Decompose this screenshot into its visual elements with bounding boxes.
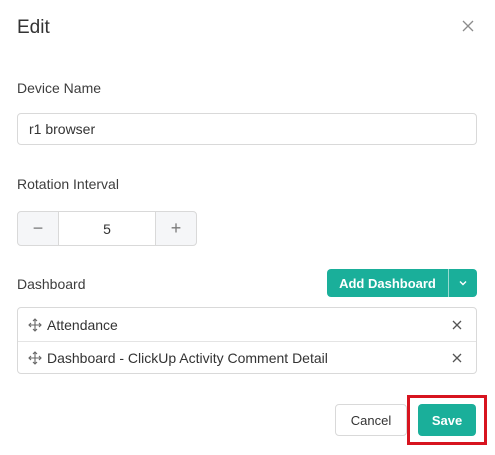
cancel-button[interactable]: Cancel xyxy=(335,404,407,436)
rotation-interval-value[interactable]: 5 xyxy=(58,212,156,245)
dashboard-list: Attendance Dashboard - ClickUp Activity … xyxy=(17,307,477,374)
dashboard-list-item: Dashboard - ClickUp Activity Comment Det… xyxy=(18,341,476,373)
decrement-button[interactable]: − xyxy=(18,212,58,245)
close-icon[interactable] xyxy=(460,18,476,34)
add-dashboard-button[interactable]: Add Dashboard xyxy=(327,269,448,297)
save-button[interactable]: Save xyxy=(418,404,476,436)
increment-button[interactable]: + xyxy=(156,212,196,245)
dashboard-list-item: Attendance xyxy=(18,308,476,341)
device-name-label: Device Name xyxy=(17,80,102,96)
rotation-interval-stepper: − 5 + xyxy=(17,211,197,246)
add-dashboard-split-button: Add Dashboard xyxy=(327,269,477,297)
edit-dialog: Edit Device Name Rotation Interval − 5 +… xyxy=(0,0,495,455)
rotation-interval-label: Rotation Interval xyxy=(17,176,119,192)
dashboard-item-name: Attendance xyxy=(47,316,118,333)
dialog-title: Edit xyxy=(17,17,50,38)
dashboard-label: Dashboard xyxy=(17,276,86,292)
add-dashboard-dropdown-toggle[interactable] xyxy=(448,269,477,297)
remove-icon[interactable] xyxy=(451,319,463,331)
remove-icon[interactable] xyxy=(451,352,463,364)
drag-handle-icon[interactable] xyxy=(28,317,42,332)
drag-handle-icon[interactable] xyxy=(28,351,42,365)
chevron-down-icon xyxy=(459,281,467,286)
device-name-input[interactable] xyxy=(17,113,477,145)
dashboard-item-name: Dashboard - ClickUp Activity Comment Det… xyxy=(47,350,328,366)
